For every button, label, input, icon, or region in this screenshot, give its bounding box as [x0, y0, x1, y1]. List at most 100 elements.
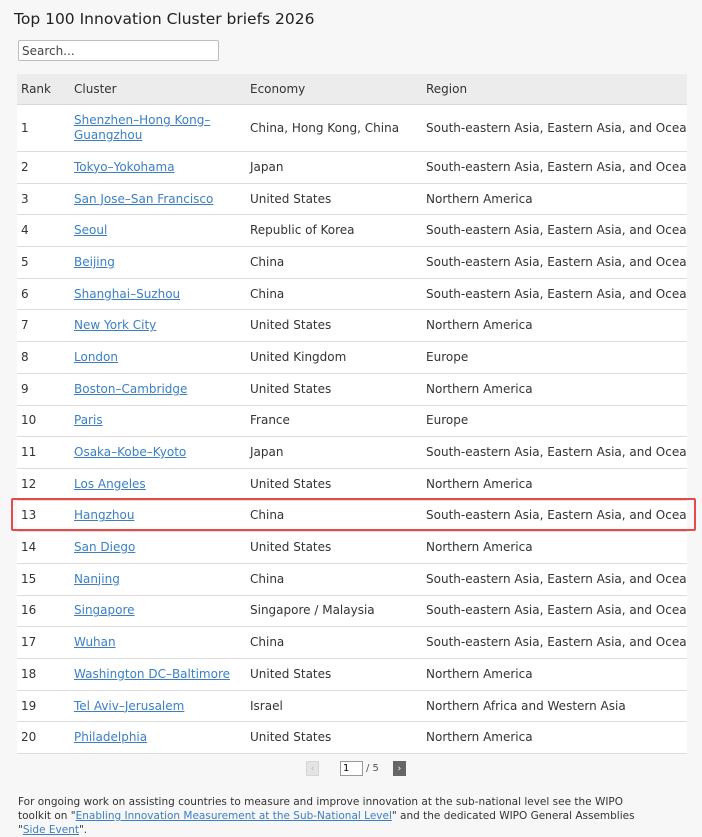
rank-cell: 9 [17, 373, 70, 406]
region-cell: Northern America [422, 373, 687, 406]
table-row: 10 Paris France Europe [17, 405, 687, 438]
economy-cell: Israel [246, 690, 422, 723]
rank-cell: 19 [17, 690, 70, 723]
cluster-cell: Boston–Cambridge [70, 373, 246, 406]
table-row: 12 Los Angeles United States Northern Ameri… [17, 468, 687, 501]
cluster-link[interactable]: London [74, 350, 118, 364]
cluster-link[interactable]: Beijing [74, 255, 115, 269]
search-input[interactable] [18, 40, 219, 61]
cluster-cell: Hangzhou [70, 500, 246, 533]
region-cell: Northern America [422, 658, 687, 691]
region-cell: Northern America [422, 468, 687, 501]
footer-text: ". [78, 824, 88, 836]
rank-cell: 20 [17, 721, 70, 755]
region-cell: Europe [422, 405, 687, 438]
economy-cell: China, Hong Kong, China [246, 104, 422, 152]
table-row: 14 San Diego United States Northern America [17, 531, 687, 564]
economy-cell: United States [246, 309, 422, 343]
table-row: 20 Philadelphia United States Northern Amer… [17, 721, 687, 755]
economy-cell: United States [246, 531, 422, 564]
rank-cell: 15 [17, 563, 70, 596]
economy-cell: China [246, 246, 422, 279]
cluster-cell: Los Angeles [70, 468, 246, 501]
cluster-link[interactable]: Philadelphia [74, 730, 147, 744]
table-row: 15 Nanjing China South-eastern Asia, Easter… [17, 563, 687, 596]
cluster-link[interactable]: Wuhan [74, 635, 116, 649]
region-cell: South-eastern Asia, Eastern Asia, and Oc… [422, 278, 687, 311]
economy-cell: United States [246, 721, 422, 755]
cluster-cell: New York City [70, 309, 246, 343]
toolkit-link[interactable]: Enabling Innovation Measurement at the S… [76, 810, 392, 822]
cluster-link[interactable]: Osaka–Kobe–Kyoto [74, 445, 186, 459]
table-row: 9 Boston–Cambridge United States Northern A… [17, 373, 687, 406]
economy-cell: China [246, 563, 422, 596]
economy-cell: China [246, 500, 422, 533]
region-cell: South-eastern Asia, Eastern Asia, and Oc… [422, 214, 687, 248]
cluster-link[interactable]: Shanghai–Suzhou [74, 287, 180, 301]
cluster-link[interactable]: New York City [74, 318, 156, 332]
economy-cell: United States [246, 183, 422, 216]
cluster-link[interactable]: Washington DC–Baltimore [74, 667, 230, 681]
table-row: 16 Singapore Singapore / Malaysia South-eas… [17, 595, 687, 628]
economy-cell: China [246, 626, 422, 659]
page-title: Top 100 Innovation Cluster briefs 2026 [14, 10, 315, 28]
region-cell: Northern Africa and Western Asia [422, 690, 687, 723]
cluster-link[interactable]: San Jose–San Francisco [74, 192, 213, 206]
rank-cell: 6 [17, 278, 70, 311]
cluster-link[interactable]: Nanjing [74, 572, 120, 586]
table-row: 19 Tel Aviv–Jerusalem Israel Northern Afric… [17, 690, 687, 723]
region-cell: South-eastern Asia, Eastern Asia, and Oc… [422, 436, 687, 469]
table-row: 5 Beijing China South-eastern Asia, Eastern… [17, 246, 687, 279]
rank-cell: 13 [17, 500, 70, 533]
rank-cell: 2 [17, 151, 70, 184]
column-header-region[interactable]: Region [422, 74, 687, 105]
economy-cell: United States [246, 373, 422, 406]
region-cell: South-eastern Asia, Eastern Asia, and Oc… [422, 104, 687, 152]
cluster-cell: London [70, 341, 246, 374]
table-row: 18 Washington DC–Baltimore United States No… [17, 658, 687, 691]
region-cell: South-eastern Asia, Eastern Asia, and Oc… [422, 151, 687, 184]
region-cell: South-eastern Asia, Eastern Asia, and Oc… [422, 246, 687, 279]
table-row: 17 Wuhan China South-eastern Asia, Eastern … [17, 626, 687, 659]
cluster-link[interactable]: Tokyo–Yokohama [74, 160, 175, 174]
cluster-cell: Osaka–Kobe–Kyoto [70, 436, 246, 469]
prev-page-button[interactable]: ‹ [306, 761, 319, 776]
cluster-link[interactable]: San Diego [74, 540, 135, 554]
table-row: 2 Tokyo–Yokohama Japan South-eastern Asia, … [17, 151, 687, 184]
table-row: 13 Hangzhou China South-eastern Asia, Easte… [17, 500, 687, 533]
rank-cell: 16 [17, 595, 70, 628]
cluster-cell: Nanjing [70, 563, 246, 596]
cluster-link[interactable]: Hangzhou [74, 508, 134, 522]
cluster-link[interactable]: Paris [74, 413, 103, 427]
cluster-cell: Paris [70, 405, 246, 438]
next-page-button[interactable]: › [392, 761, 406, 776]
region-cell: Europe [422, 341, 687, 374]
cluster-cell: Wuhan [70, 626, 246, 659]
economy-cell: United States [246, 468, 422, 501]
rank-cell: 11 [17, 436, 70, 469]
economy-cell: Singapore / Malaysia [246, 595, 422, 628]
cluster-cell: San Diego [70, 531, 246, 564]
cluster-cell: San Jose–San Francisco [70, 183, 246, 216]
table-row: 3 San Jose–San Francisco United States Nort… [17, 183, 687, 216]
column-header-rank[interactable]: Rank [17, 74, 70, 105]
rank-cell: 3 [17, 183, 70, 216]
cluster-link[interactable]: Seoul [74, 223, 107, 237]
cluster-link[interactable]: Shenzhen–Hong Kong–Guangzhou [74, 113, 210, 142]
cluster-cell: Washington DC–Baltimore [70, 658, 246, 691]
cluster-link[interactable]: Tel Aviv–Jerusalem [74, 699, 184, 713]
cluster-link[interactable]: Los Angeles [74, 477, 146, 491]
economy-cell: Japan [246, 151, 422, 184]
rank-cell: 12 [17, 468, 70, 501]
column-header-economy[interactable]: Economy [246, 74, 422, 105]
cluster-cell: Beijing [70, 246, 246, 279]
table-row: 6 Shanghai–Suzhou China South-eastern Asia,… [17, 278, 687, 311]
side-event-link[interactable]: Side Event [23, 824, 79, 836]
rank-cell: 10 [17, 405, 70, 438]
column-header-cluster[interactable]: Cluster [70, 74, 246, 105]
cluster-link[interactable]: Singapore [74, 603, 135, 617]
page-number-input[interactable] [340, 761, 363, 776]
cluster-cell: Philadelphia [70, 721, 246, 755]
economy-cell: Japan [246, 436, 422, 469]
cluster-link[interactable]: Boston–Cambridge [74, 382, 187, 396]
